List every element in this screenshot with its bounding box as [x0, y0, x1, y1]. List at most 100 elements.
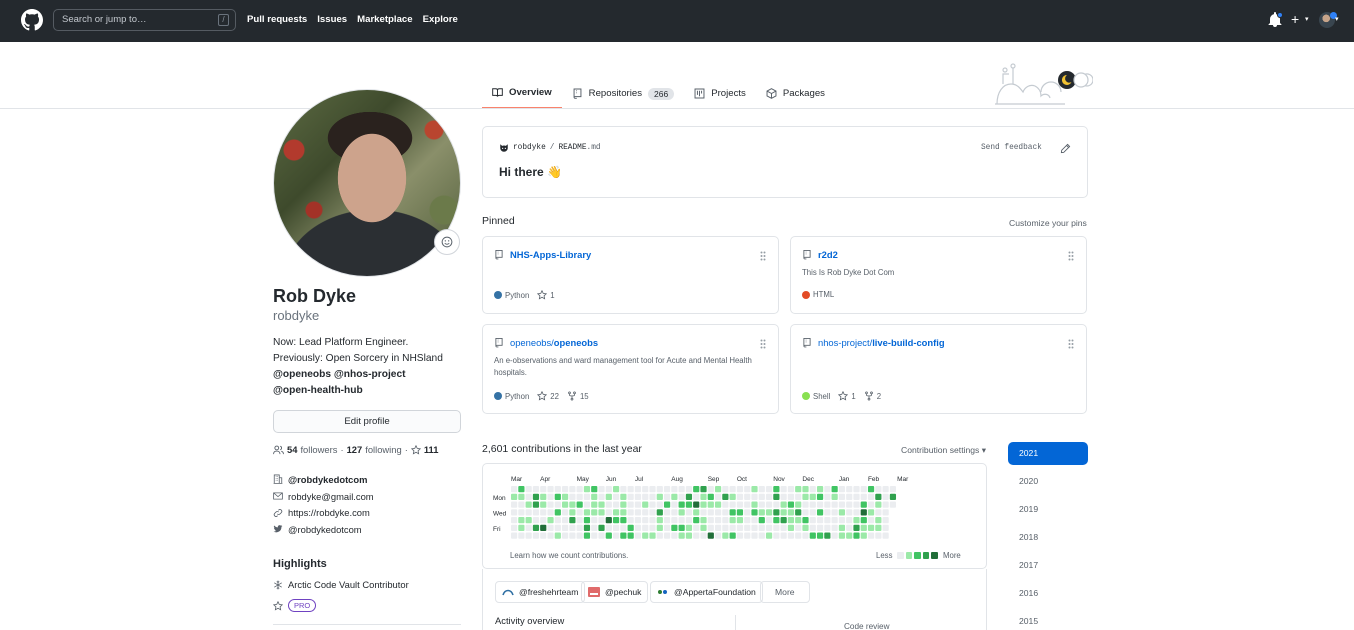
company-link[interactable]: @robdykedotcom [288, 474, 367, 485]
contribution-day[interactable] [620, 532, 627, 539]
contribution-day[interactable] [795, 493, 802, 500]
bio-mentions[interactable]: @openeobs @nhos-project [273, 369, 406, 380]
contribution-day[interactable] [547, 486, 554, 493]
contribution-day[interactable] [649, 524, 656, 531]
contribution-day[interactable] [700, 524, 707, 531]
contribution-day[interactable] [511, 517, 518, 524]
contribution-day[interactable] [809, 532, 816, 539]
contribution-day[interactable] [671, 532, 678, 539]
contribution-day[interactable] [598, 517, 605, 524]
contribution-day[interactable] [882, 501, 889, 508]
contribution-day[interactable] [882, 486, 889, 493]
contribution-day[interactable] [809, 517, 816, 524]
contribution-day[interactable] [744, 493, 751, 500]
contribution-day[interactable] [816, 524, 824, 531]
contribution-day[interactable] [642, 486, 649, 493]
contribution-day[interactable] [678, 517, 685, 524]
contribution-day[interactable] [809, 501, 816, 508]
drag-handle-icon[interactable] [1068, 251, 1074, 261]
contribution-day[interactable] [882, 517, 889, 524]
contribution-day[interactable] [744, 532, 751, 539]
contribution-day[interactable] [860, 517, 867, 524]
contribution-day[interactable] [802, 509, 809, 516]
edit-profile-button[interactable]: Edit profile [273, 410, 461, 433]
contribution-day[interactable] [591, 486, 598, 493]
contribution-day[interactable] [612, 524, 620, 531]
contribution-day[interactable] [736, 517, 744, 524]
contribution-day[interactable] [736, 509, 744, 516]
contribution-day[interactable] [729, 517, 736, 524]
contribution-day[interactable] [889, 486, 897, 493]
contribution-day[interactable] [554, 532, 561, 539]
contribution-day[interactable] [685, 493, 693, 500]
contribution-day[interactable] [547, 532, 554, 539]
contribution-day[interactable] [663, 509, 671, 516]
contribution-day[interactable] [729, 532, 736, 539]
contribution-day[interactable] [642, 524, 649, 531]
contribution-day[interactable] [547, 517, 554, 524]
contribution-day[interactable] [656, 517, 663, 524]
contribution-day[interactable] [511, 493, 518, 500]
contribution-day[interactable] [816, 493, 824, 500]
contribution-day[interactable] [867, 532, 875, 539]
contribution-day[interactable] [758, 493, 765, 500]
contribution-day[interactable] [816, 501, 824, 508]
contribution-day[interactable] [540, 493, 547, 500]
contribution-day[interactable] [882, 493, 889, 500]
contribution-day[interactable] [561, 509, 569, 516]
contribution-day[interactable] [758, 524, 765, 531]
contribution-day[interactable] [700, 501, 707, 508]
contribution-day[interactable] [649, 501, 656, 508]
contribution-day[interactable] [773, 524, 780, 531]
tab-projects[interactable]: Projects [684, 78, 756, 109]
contribution-day[interactable] [722, 524, 729, 531]
contribution-day[interactable] [765, 509, 773, 516]
contribution-day[interactable] [707, 486, 714, 493]
contribution-day[interactable] [795, 509, 802, 516]
contribution-day[interactable] [598, 501, 605, 508]
contribution-day[interactable] [532, 486, 540, 493]
contribution-day[interactable] [802, 517, 809, 524]
contribution-day[interactable] [722, 532, 729, 539]
repo-owner[interactable]: nhos-project/ [818, 337, 872, 348]
contribution-day[interactable] [875, 501, 882, 508]
contribution-day[interactable] [736, 486, 744, 493]
contribution-day[interactable] [838, 524, 846, 531]
nav-explore[interactable]: Explore [423, 14, 458, 25]
contribution-day[interactable] [846, 501, 853, 508]
contribution-day[interactable] [685, 486, 693, 493]
contribution-day[interactable] [642, 501, 649, 508]
contribution-day[interactable] [765, 501, 773, 508]
contribution-day[interactable] [561, 486, 569, 493]
contribution-day[interactable] [598, 493, 605, 500]
contribution-day[interactable] [576, 509, 583, 516]
contribution-day[interactable] [831, 501, 838, 508]
drag-handle-icon[interactable] [760, 251, 766, 261]
contribution-day[interactable] [620, 524, 627, 531]
contribution-day[interactable] [656, 524, 663, 531]
contribution-day[interactable] [795, 486, 802, 493]
contribution-day[interactable] [612, 532, 620, 539]
contribution-day[interactable] [714, 501, 722, 508]
contribution-day[interactable] [867, 524, 875, 531]
contribution-day[interactable] [518, 532, 525, 539]
contribution-day[interactable] [612, 486, 620, 493]
followers-count[interactable]: 54 [287, 444, 297, 455]
contribution-day[interactable] [780, 486, 787, 493]
contribution-day[interactable] [795, 501, 802, 508]
contribution-day[interactable] [860, 509, 867, 516]
contribution-day[interactable] [576, 493, 583, 500]
contribution-day[interactable] [860, 524, 867, 531]
contribution-day[interactable] [809, 486, 816, 493]
contribution-day[interactable] [627, 524, 634, 531]
drag-handle-icon[interactable] [760, 339, 766, 349]
contribution-day[interactable] [751, 517, 758, 524]
contribution-day[interactable] [773, 486, 780, 493]
contribution-day[interactable] [569, 486, 576, 493]
contribution-day[interactable] [824, 486, 831, 493]
contribution-day[interactable] [656, 486, 663, 493]
contribution-day[interactable] [540, 524, 547, 531]
contribution-day[interactable] [795, 524, 802, 531]
chevron-down-icon[interactable]: ▾ [1305, 15, 1309, 23]
contribution-day[interactable] [634, 532, 642, 539]
